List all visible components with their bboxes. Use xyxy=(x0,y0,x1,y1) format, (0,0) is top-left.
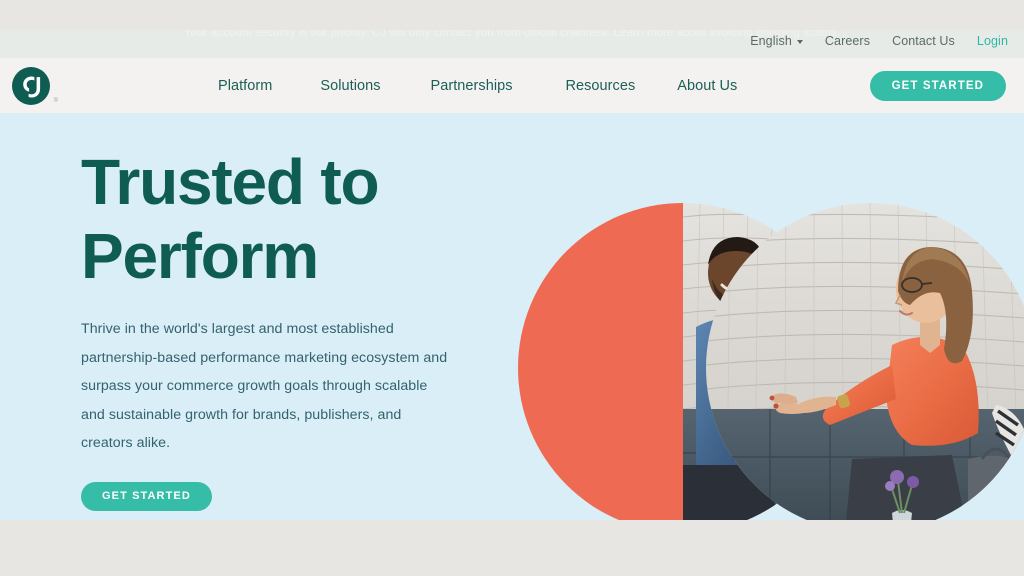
chevron-down-icon xyxy=(796,40,803,44)
utility-nav: English Careers Contact Us Login xyxy=(750,34,1008,48)
nav-item-about-us[interactable]: About Us xyxy=(677,78,737,94)
language-label: English xyxy=(750,34,792,48)
hero-artwork xyxy=(500,113,1024,520)
hero-section: Trusted to Perform Thrive in the world's… xyxy=(0,113,1024,520)
site-header: ® Platform Solutions Partnerships Resour… xyxy=(0,58,1024,113)
hero-title-line-1: Trusted to xyxy=(81,146,380,218)
logo-trademark: ® xyxy=(53,98,58,104)
cj-logo[interactable]: ® xyxy=(12,67,58,105)
language-selector[interactable]: English xyxy=(750,34,803,48)
nav-item-resources[interactable]: Resources xyxy=(566,78,678,94)
below-fold-section xyxy=(0,520,1024,576)
hero-copy: Trusted to Perform Thrive in the world's… xyxy=(81,145,491,511)
header-get-started-button[interactable]: GET STARTED xyxy=(869,71,1006,101)
hero-subtitle: Thrive in the world's largest and most e… xyxy=(81,321,448,451)
page-root: Your account security is our priority. C… xyxy=(0,0,1024,576)
nav-item-solutions[interactable]: Solutions xyxy=(320,78,430,94)
utility-link-contact-us[interactable]: Contact Us xyxy=(892,34,955,48)
nav-item-platform[interactable]: Platform xyxy=(218,78,320,94)
hero-title-line-2: Perform xyxy=(81,220,319,292)
nav-item-partnerships[interactable]: Partnerships xyxy=(431,78,566,94)
utility-link-careers[interactable]: Careers xyxy=(825,34,870,48)
hero-get-started-button[interactable]: GET STARTED xyxy=(81,481,212,511)
main-nav: Platform Solutions Partnerships Resource… xyxy=(218,58,737,113)
top-page-edge xyxy=(0,0,1024,30)
login-link[interactable]: Login xyxy=(977,34,1008,48)
logo-circle-icon xyxy=(12,67,50,105)
hero-title: Trusted to Perform xyxy=(81,145,491,293)
